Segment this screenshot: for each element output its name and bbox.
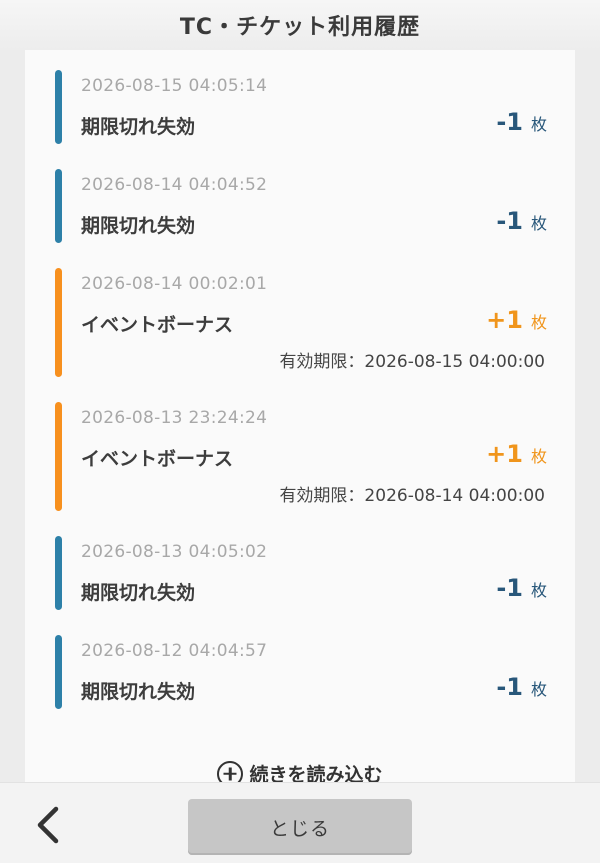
entry-label: 期限切れ失効 (81, 215, 196, 237)
entry-amount: -1 枚 (496, 207, 547, 235)
entry-amount: -1 枚 (496, 673, 547, 701)
entry-label: 期限切れ失効 (81, 681, 196, 703)
amount-value: -1 (496, 207, 523, 235)
amount-unit: 枚 (530, 214, 547, 233)
history-entry: 2026-08-15 04:05:14 期限切れ失効 -1 枚 (25, 50, 575, 149)
entry-indicator-bar (55, 635, 62, 709)
amount-unit: 枚 (530, 115, 547, 134)
entry-timestamp: 2026-08-12 04:04:57 (81, 641, 268, 661)
amount-unit: 枚 (530, 581, 547, 600)
load-more-button[interactable]: 続きを読み込む (25, 760, 575, 782)
entry-indicator-bar (55, 70, 62, 144)
amount-value: +1 (486, 306, 523, 334)
entry-timestamp: 2026-08-15 04:05:14 (81, 76, 268, 96)
entry-indicator-bar (55, 402, 62, 511)
back-button[interactable] (30, 805, 66, 845)
history-entry: 2026-08-13 23:24:24 イベントボーナス +1 枚 有効期限：2… (25, 382, 575, 516)
close-button-label: とじる (269, 817, 330, 840)
entry-indicator-bar (55, 536, 62, 610)
entry-expiry: 有効期限：2026-08-15 04:00:00 (279, 352, 545, 372)
entry-expiry: 有効期限：2026-08-14 04:00:00 (279, 486, 545, 506)
amount-value: -1 (496, 673, 523, 701)
entry-amount: -1 枚 (496, 108, 547, 136)
entry-label: イベントボーナス (81, 314, 234, 336)
history-entry: 2026-08-12 04:04:57 期限切れ失効 -1 枚 (25, 615, 575, 714)
entry-timestamp: 2026-08-13 04:05:02 (81, 542, 268, 562)
chevron-left-icon (37, 806, 59, 844)
entry-timestamp: 2026-08-14 00:02:01 (81, 274, 268, 294)
history-list[interactable]: 2026-08-15 04:05:14 期限切れ失効 -1 枚 2026-08-… (25, 50, 575, 782)
amount-value: -1 (496, 574, 523, 602)
amount-unit: 枚 (530, 313, 547, 332)
history-entry: 2026-08-14 00:02:01 イベントボーナス +1 枚 有効期限：2… (25, 248, 575, 382)
entry-label: 期限切れ失効 (81, 116, 196, 138)
entry-amount: +1 枚 (486, 440, 547, 468)
header: TC・チケット利用履歴 (0, 0, 600, 50)
entry-amount: +1 枚 (486, 306, 547, 334)
plus-circle-icon (217, 760, 244, 782)
entry-label: 期限切れ失効 (81, 582, 196, 604)
history-entry: 2026-08-13 04:05:02 期限切れ失効 -1 枚 (25, 516, 575, 615)
entry-label: イベントボーナス (81, 448, 234, 470)
history-entry: 2026-08-14 04:04:52 期限切れ失効 -1 枚 (25, 149, 575, 248)
amount-value: +1 (486, 440, 523, 468)
footer-bar: とじる (0, 782, 600, 863)
entry-timestamp: 2026-08-13 23:24:24 (81, 408, 268, 428)
close-button[interactable]: とじる (188, 799, 412, 855)
load-more-label: 続きを読み込む (249, 764, 383, 782)
page-title: TC・チケット利用履歴 (179, 15, 421, 40)
entry-timestamp: 2026-08-14 04:04:52 (81, 175, 268, 195)
entry-indicator-bar (55, 169, 62, 243)
entry-indicator-bar (55, 268, 62, 377)
entry-amount: -1 枚 (496, 574, 547, 602)
amount-unit: 枚 (530, 447, 547, 466)
amount-unit: 枚 (530, 680, 547, 699)
amount-value: -1 (496, 108, 523, 136)
